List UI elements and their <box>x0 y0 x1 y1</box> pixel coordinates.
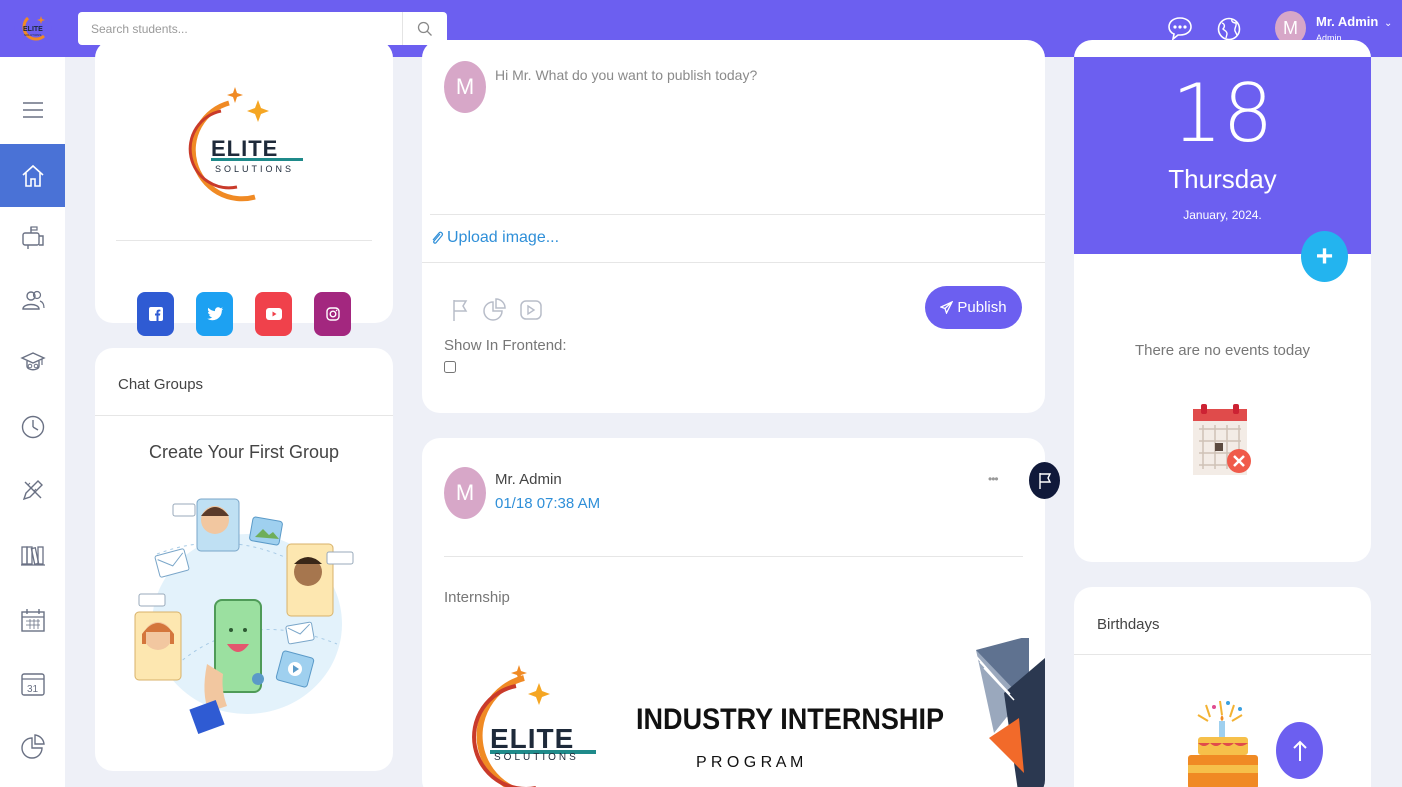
divider <box>430 214 1045 215</box>
sidebar-item-users[interactable] <box>0 268 65 331</box>
date-panel: 18 Thursday January, 2024. <box>1074 57 1371 254</box>
books-icon <box>20 545 45 566</box>
send-icon <box>940 301 954 314</box>
show-in-frontend-label: Show In Frontend: <box>444 337 567 354</box>
chat-icon[interactable] <box>1166 14 1194 42</box>
sidebar-item-calendar[interactable]: 31 <box>0 652 65 715</box>
flag-icon[interactable] <box>451 298 469 322</box>
calendar-x-icon <box>1193 404 1251 475</box>
chevron-down-icon[interactable]: ⌄ <box>1384 18 1392 29</box>
sidebar-item-exams[interactable] <box>0 458 65 521</box>
pencil-ruler-icon <box>22 479 43 500</box>
brand-card: ELITE SOLUTIONS <box>95 40 393 336</box>
sidebar-item-reports[interactable] <box>0 714 65 777</box>
arrow-up-icon <box>1292 740 1307 761</box>
birthday-cake-icon <box>1188 700 1258 787</box>
youtube-button[interactable] <box>255 292 292 336</box>
birthdays-title: Birthdays <box>1097 616 1160 633</box>
user-name[interactable]: Mr. Admin <box>1316 14 1378 29</box>
clock-icon <box>21 415 44 438</box>
mailbox-icon <box>21 225 44 249</box>
publish-button[interactable]: Publish <box>925 286 1022 329</box>
date-month-year: January, 2024. <box>1183 208 1262 222</box>
more-options-icon[interactable]: ••• <box>988 472 999 486</box>
twitter-button[interactable] <box>196 292 233 336</box>
logo-sub-text: SOLUTIONS <box>215 164 294 174</box>
upload-image-label[interactable]: Upload image... <box>447 229 559 247</box>
menu-icon[interactable] <box>0 78 65 141</box>
composer-avatar: M <box>444 61 486 113</box>
date-day-number: 18 <box>1171 67 1274 160</box>
instagram-button[interactable] <box>314 292 351 336</box>
calendar-31-icon: 31 <box>20 672 45 696</box>
paperclip-icon <box>432 231 443 244</box>
scroll-to-top-button[interactable] <box>1276 722 1323 779</box>
publish-label: Publish <box>957 299 1007 316</box>
instagram-icon <box>325 307 340 321</box>
post-card: M Mr. Admin 01/18 07:38 AM ••• Internshi… <box>422 438 1045 787</box>
no-events-text: There are no events today <box>1134 342 1311 359</box>
composer-input[interactable]: Hi Mr. What do you want to publish today… <box>495 67 757 83</box>
elite-solutions-logo: ELITE SOLUTIONS <box>188 87 303 202</box>
show-in-frontend-checkbox[interactable] <box>444 361 456 373</box>
create-group-title[interactable]: Create Your First Group <box>95 442 393 463</box>
youtube-icon <box>265 308 282 320</box>
add-event-button[interactable]: + <box>1301 231 1348 282</box>
users-icon <box>21 290 45 310</box>
internship-banner-image[interactable]: ELITE SOLUTIONS INDUSTRY INTERNSHIP P R … <box>444 638 1045 787</box>
banner-logo-sub: SOLUTIONS <box>494 752 579 763</box>
facebook-button[interactable] <box>137 292 174 336</box>
chat-groups-card: Chat Groups Create Your First Group <box>95 348 393 771</box>
twitter-icon <box>206 307 223 321</box>
pie-chart-icon <box>20 733 45 759</box>
sidebar-item-mailbox[interactable] <box>0 205 65 268</box>
upload-image-link[interactable]: Upload image... <box>430 229 559 247</box>
globe-icon[interactable] <box>1215 14 1243 42</box>
video-icon[interactable] <box>520 300 542 320</box>
divider <box>422 262 1045 263</box>
sidebar: 31 <box>0 57 65 787</box>
sidebar-item-library[interactable] <box>0 523 65 586</box>
birthdays-card: Birthdays <box>1074 587 1371 787</box>
chart-icon[interactable] <box>483 297 507 323</box>
divider <box>444 556 1023 557</box>
banner-logo-main: ELITE <box>490 723 574 754</box>
sidebar-item-attendance[interactable] <box>0 395 65 458</box>
calendar-day-number: 31 <box>27 684 39 695</box>
post-body-text: Internship <box>444 589 510 606</box>
banner-subtitle: P R O G R A M <box>696 754 803 771</box>
logo-main-text: ELITE <box>211 136 278 161</box>
sidebar-item-schedule[interactable] <box>0 588 65 651</box>
chat-illustration <box>134 498 354 735</box>
banner-title: INDUSTRY INTERNSHIP <box>636 703 944 736</box>
chat-groups-title: Chat Groups <box>118 376 204 393</box>
sidebar-item-students[interactable] <box>0 331 65 394</box>
flag-icon <box>1038 472 1051 489</box>
graduate-icon <box>19 351 46 370</box>
post-timestamp[interactable]: 01/18 07:38 AM <box>495 495 600 512</box>
date-weekday: Thursday <box>1168 164 1277 194</box>
facebook-icon <box>148 307 163 321</box>
divider <box>1074 654 1371 655</box>
home-icon <box>21 164 44 187</box>
post-composer-card: M Hi Mr. What do you want to publish tod… <box>422 40 1045 413</box>
divider <box>95 415 393 416</box>
divider <box>116 240 372 241</box>
svg-text:SOLUTIONS: SOLUTIONS <box>24 33 41 37</box>
search-icon <box>417 21 432 36</box>
post-author-name[interactable]: Mr. Admin <box>495 471 562 488</box>
sidebar-item-home[interactable] <box>0 144 65 207</box>
report-flag-button[interactable] <box>1029 462 1060 499</box>
calendar-grid-icon <box>20 608 45 632</box>
app-logo[interactable]: ELITE SOLUTIONS <box>14 10 52 48</box>
svg-text:ELITE: ELITE <box>23 26 43 33</box>
post-author-avatar[interactable]: M <box>444 467 486 519</box>
